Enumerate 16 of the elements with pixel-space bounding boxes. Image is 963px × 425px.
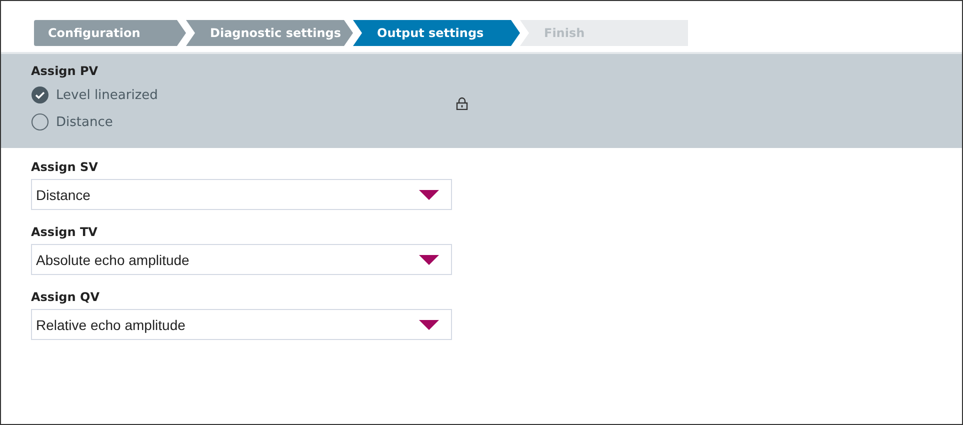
wizard-step[interactable]: Diagnostic settings [186, 20, 353, 46]
dropdown-field[interactable]: Relative echo amplitude [31, 309, 452, 340]
field-label: Assign PV [31, 64, 100, 78]
caret-icon [419, 190, 439, 200]
dropdown-field[interactable]: Distance [31, 179, 452, 210]
caret-icon [419, 320, 439, 330]
caret-icon [419, 254, 439, 264]
lock-icon [456, 97, 468, 110]
option-label: Level linearized [56, 88, 158, 102]
dropdown-field[interactable]: Absolute echo amplitude [31, 244, 452, 275]
wizard-step[interactable]: Configuration [34, 20, 186, 46]
field-label: Assign QV [31, 290, 100, 304]
field-label: Assign SV [31, 160, 99, 174]
field-label: Assign TV [31, 225, 98, 239]
wizard-step[interactable]: Output settings [353, 20, 520, 46]
option-label: Distance [56, 114, 113, 130]
